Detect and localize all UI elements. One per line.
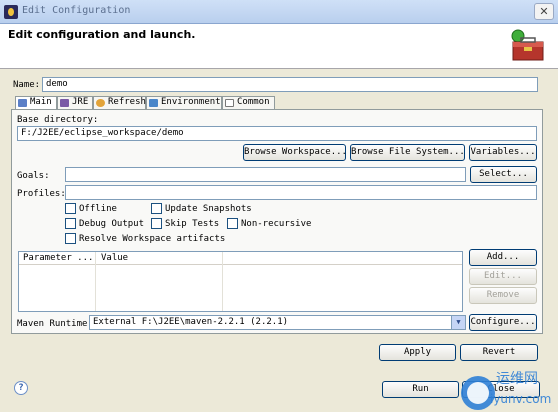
tab-main[interactable]: Main <box>15 96 57 110</box>
browse-workspace-button[interactable]: Browse Workspace... <box>243 144 346 161</box>
jre-icon <box>60 99 69 107</box>
revert-button[interactable]: Revert <box>460 344 538 361</box>
column-divider <box>95 252 96 311</box>
title-bar: Edit Configuration ✕ <box>0 0 558 24</box>
watermark-logo: 运维网 iyunv.com <box>461 371 551 410</box>
dialog-header: Edit configuration and launch. <box>0 24 558 69</box>
tab-refresh-label: Refresh <box>108 97 146 107</box>
resolve-workspace-label: Resolve Workspace artifacts <box>79 234 226 244</box>
skip-tests-checkbox[interactable] <box>151 218 162 229</box>
update-snapshots-checkbox[interactable] <box>151 203 162 214</box>
maven-runtime-label: Maven Runtime: <box>17 319 93 329</box>
column-header-parameter[interactable]: Parameter ... <box>23 253 93 263</box>
remove-parameter-button[interactable]: Remove <box>469 287 537 304</box>
non-recursive-checkbox[interactable] <box>227 218 238 229</box>
offline-checkbox[interactable] <box>65 203 76 214</box>
tab-environment[interactable]: Environment <box>146 96 222 109</box>
dialog-heading: Edit configuration and launch. <box>8 28 196 41</box>
name-label: Name: <box>13 80 41 90</box>
apply-button[interactable]: Apply <box>379 344 456 361</box>
variables-button[interactable]: Variables... <box>469 144 537 161</box>
run-button[interactable]: Run <box>382 381 459 398</box>
profiles-label: Profiles: <box>17 189 66 199</box>
profiles-field[interactable] <box>65 185 537 200</box>
debug-output-checkbox[interactable] <box>65 218 76 229</box>
goals-field[interactable] <box>65 167 466 182</box>
tab-common[interactable]: Common <box>222 96 275 109</box>
eclipse-app-icon <box>4 5 18 19</box>
name-field[interactable]: demo <box>42 77 538 92</box>
tab-environment-label: Environment <box>161 97 221 107</box>
column-divider <box>222 252 223 311</box>
maven-main-icon <box>18 99 27 107</box>
tab-jre[interactable]: JRE <box>57 96 93 109</box>
tab-jre-label: JRE <box>72 97 89 107</box>
base-directory-field[interactable]: F:/J2EE/eclipse_workspace/demo <box>17 126 537 141</box>
non-recursive-label: Non-recursive <box>241 219 312 229</box>
configure-button[interactable]: Configure... <box>469 314 537 331</box>
goals-label: Goals: <box>17 171 50 181</box>
toolbox-icon <box>511 29 544 61</box>
help-icon[interactable]: ? <box>14 381 28 395</box>
maven-runtime-select[interactable]: External F:\J2EE\maven-2.2.1 (2.2.1) ▼ <box>89 315 466 330</box>
tab-refresh[interactable]: Refresh <box>93 96 146 109</box>
environment-icon <box>149 99 158 107</box>
close-window-button[interactable]: ✕ <box>534 3 554 20</box>
watermark-text: iyunv.com <box>490 392 551 406</box>
watermark-cn: 运维网 <box>496 371 538 387</box>
table-header: Parameter ... Value <box>19 252 462 265</box>
resolve-workspace-checkbox[interactable] <box>65 233 76 244</box>
debug-output-label: Debug Output <box>79 219 145 229</box>
browse-file-system-button[interactable]: Browse File System... <box>350 144 465 161</box>
tab-common-label: Common <box>237 97 270 107</box>
tab-main-label: Main <box>30 97 52 107</box>
select-goals-button[interactable]: Select... <box>470 166 537 183</box>
offline-label: Offline <box>79 204 117 214</box>
window-title: Edit Configuration <box>22 5 131 16</box>
add-parameter-button[interactable]: Add... <box>469 249 537 266</box>
column-header-value[interactable]: Value <box>101 253 128 263</box>
parameters-table[interactable]: Parameter ... Value <box>18 251 463 312</box>
chevron-down-icon[interactable]: ▼ <box>451 316 465 329</box>
edit-parameter-button[interactable]: Edit... <box>469 268 537 285</box>
update-snapshots-label: Update Snapshots <box>165 204 252 214</box>
common-icon <box>225 99 234 107</box>
skip-tests-label: Skip Tests <box>165 219 220 229</box>
refresh-icon <box>96 99 105 107</box>
base-directory-label: Base directory: <box>17 115 99 125</box>
maven-runtime-value: External F:\J2EE\maven-2.2.1 (2.2.1) <box>93 317 289 327</box>
